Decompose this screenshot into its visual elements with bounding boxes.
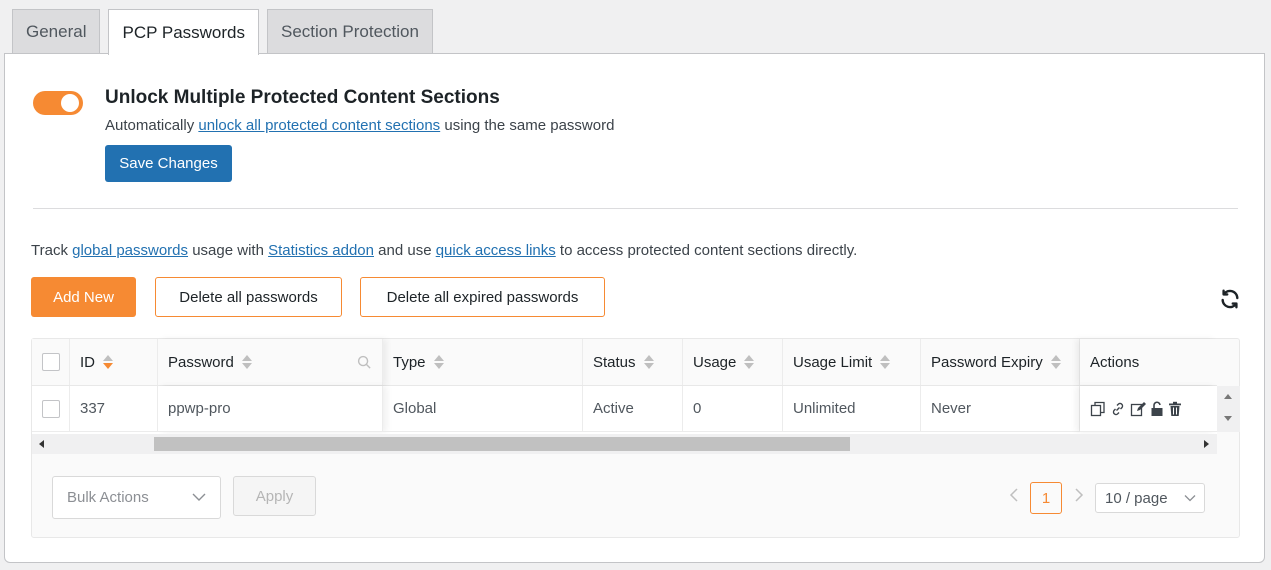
row-select-cell [32,386,70,432]
row-checkbox[interactable] [42,399,60,418]
track-text-4: to access protected content sections dir… [555,242,858,259]
chevron-down-icon [192,493,206,501]
header-password[interactable]: Password [158,339,383,385]
header-expiry-label: Password Expiry [931,353,1043,371]
scroll-right-arrow[interactable] [1204,440,1209,448]
option-description: Automatically unlock all protected conte… [105,117,614,134]
track-text-3: and use [373,242,436,259]
option-desc-text: Automatically [105,117,199,134]
cell-status: Active [583,386,683,432]
scrollbar-thumb[interactable] [154,437,850,451]
page-size-value: 10 / page [1105,489,1168,507]
sort-icon[interactable] [1050,355,1061,369]
add-new-button[interactable]: Add New [31,277,136,317]
vertical-scrollbar[interactable] [1217,386,1240,432]
cell-actions [1080,386,1217,432]
page-size-select[interactable]: 10 / page [1095,483,1205,513]
unlock-multiple-toggle[interactable] [33,91,83,115]
header-usage[interactable]: Usage [683,339,783,385]
select-all-checkbox[interactable] [42,353,60,371]
cell-expiry: Never [921,386,1080,432]
bulk-actions-select[interactable]: Bulk Actions [52,476,221,519]
copy-icon[interactable] [1090,401,1106,417]
trash-icon[interactable] [1168,401,1182,417]
tab-general[interactable]: General [12,9,101,54]
track-text-1: Track [31,242,73,259]
divider [33,208,1238,209]
header-id-label: ID [80,353,95,371]
cell-id: 337 [70,386,158,432]
cell-type: Global [383,386,583,432]
header-status-label: Status [593,353,636,371]
header-type-label: Type [393,353,426,371]
sort-icon[interactable] [103,355,113,369]
tab-section-protection[interactable]: Section Protection [267,9,433,54]
sort-icon[interactable] [744,355,755,369]
sort-icon[interactable] [433,355,444,369]
header-password-label: Password [168,353,234,371]
apply-button[interactable]: Apply [233,476,316,516]
row-actions [1090,400,1182,417]
track-text-2: usage with [188,242,269,259]
tab-pcp-passwords[interactable]: PCP Passwords [108,9,259,55]
scroll-left-arrow[interactable] [39,440,44,448]
header-password-expiry[interactable]: Password Expiry [921,339,1080,385]
sort-icon[interactable] [643,355,654,369]
scroll-up-arrow[interactable] [1224,394,1232,399]
delete-all-passwords-button[interactable]: Delete all passwords [155,277,342,317]
refresh-icon[interactable] [1219,288,1241,310]
table-header: ID Password Type Status Usage Usage Limi… [32,339,1217,386]
link-icon[interactable] [1110,401,1126,417]
option-desc-text-end: using the same password [440,117,615,134]
search-icon[interactable] [357,355,372,370]
toggle-knob [61,94,79,112]
save-changes-button[interactable]: Save Changes [105,145,232,182]
horizontal-scrollbar[interactable] [32,434,1217,454]
settings-panel: Unlock Multiple Protected Content Sectio… [4,53,1265,563]
statistics-addon-link[interactable]: Statistics addon [268,242,374,259]
edit-icon[interactable] [1130,401,1146,417]
cell-usage-limit: Unlimited [783,386,921,432]
unlock-icon[interactable] [1150,400,1164,417]
bulk-actions-placeholder: Bulk Actions [67,489,149,506]
next-page-icon[interactable] [1074,488,1084,506]
header-type[interactable]: Type [383,339,583,385]
global-passwords-link[interactable]: global passwords [72,242,188,259]
passwords-table: ID Password Type Status Usage Usage Limi… [31,338,1240,538]
header-id[interactable]: ID [70,339,158,385]
header-actions-label: Actions [1090,353,1140,371]
unlock-all-link[interactable]: unlock all protected content sections [198,117,440,134]
header-status[interactable]: Status [583,339,683,385]
prev-page-icon[interactable] [1009,488,1019,506]
header-actions: Actions [1080,339,1217,385]
table-grid: ID Password Type Status Usage Usage Limi… [32,339,1217,434]
page-number-current[interactable]: 1 [1030,482,1062,514]
header-select-cell [32,339,70,385]
table-row: 337 ppwp-pro Global Active 0 Unlimited N… [32,386,1217,432]
quick-access-links-link[interactable]: quick access links [436,242,556,259]
tab-bar: General PCP Passwords Section Protection [12,9,433,55]
sort-icon[interactable] [241,355,252,369]
cell-usage: 0 [683,386,783,432]
header-usage-limit-label: Usage Limit [793,353,873,371]
chevron-down-icon [1184,495,1196,502]
option-title: Unlock Multiple Protected Content Sectio… [105,87,500,108]
delete-expired-passwords-button[interactable]: Delete all expired passwords [360,277,605,317]
track-info-text: Track global passwords usage with Statis… [31,242,857,259]
sort-icon[interactable] [880,355,891,369]
header-usage-limit[interactable]: Usage Limit [783,339,921,385]
scroll-down-arrow[interactable] [1224,416,1232,421]
header-usage-label: Usage [693,353,737,371]
cell-password: ppwp-pro [158,386,383,432]
